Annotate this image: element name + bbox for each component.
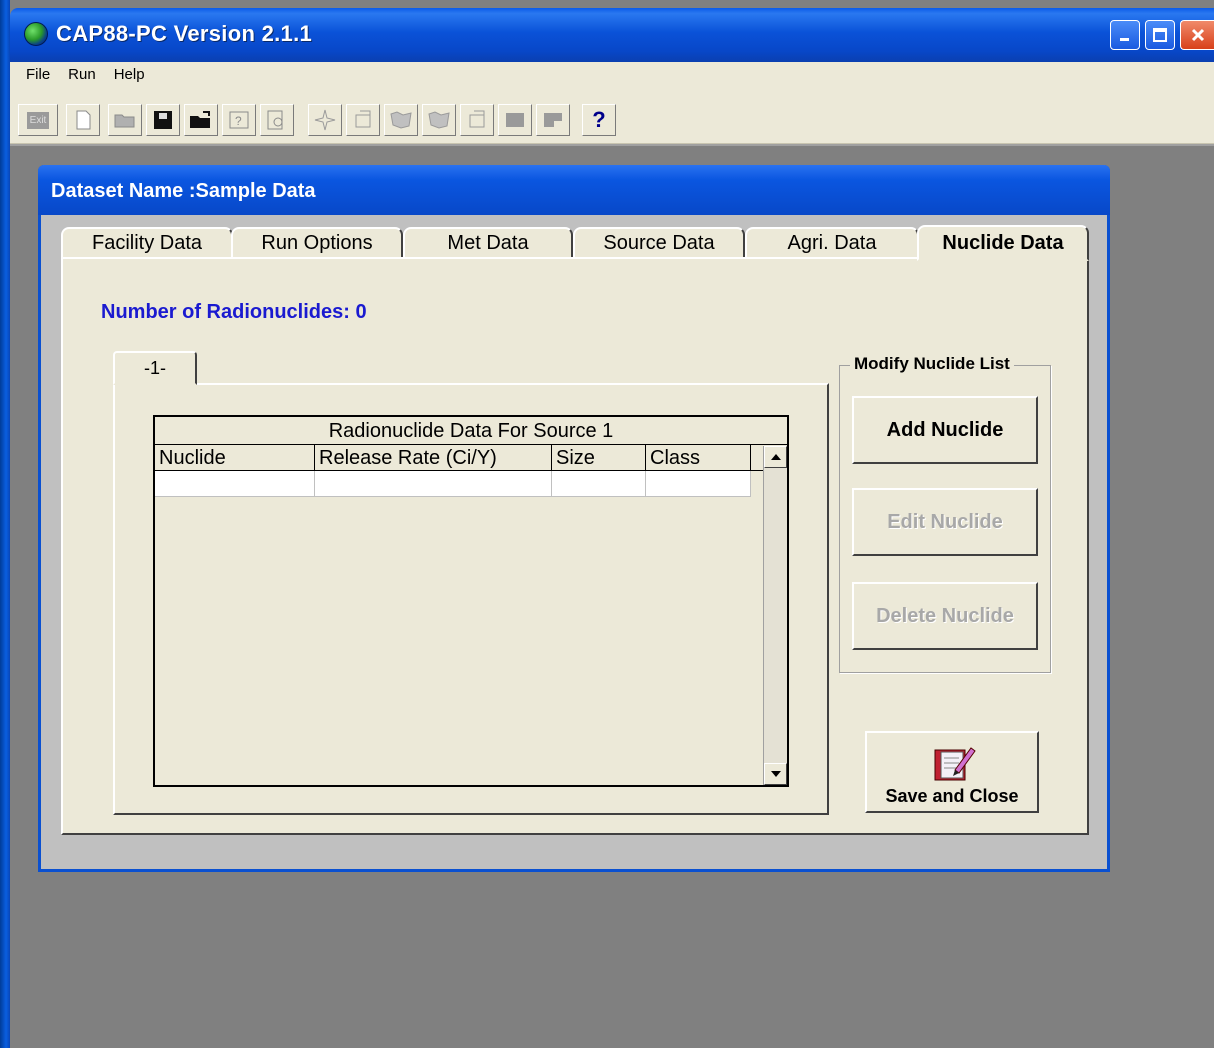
arrow-down-icon <box>770 771 781 777</box>
map-icon <box>390 111 412 129</box>
scroll-up-arrow[interactable] <box>764 446 787 468</box>
cell-nuclide[interactable] <box>155 471 315 496</box>
toolbar-divider <box>10 144 1214 146</box>
maximize-icon <box>1153 28 1167 42</box>
cell-class[interactable] <box>646 471 751 496</box>
map-icon-4 <box>544 113 562 127</box>
grid-header: Nuclide Release Rate (Ci/Y) Size Class <box>155 445 787 471</box>
column-size: Size <box>552 445 646 470</box>
radionuclide-grid[interactable]: Radionuclide Data For Source 1 Nuclide R… <box>153 415 789 787</box>
menu-help[interactable]: Help <box>114 66 145 83</box>
report-icon <box>355 110 371 128</box>
tab-nuclide-data[interactable]: Nuclide Data <box>917 225 1089 261</box>
minimize-button[interactable] <box>1110 20 1140 50</box>
dataset-dialog: Dataset Name :Sample Data Facility Data … <box>38 165 1110 872</box>
map-button-3[interactable] <box>498 104 532 136</box>
group-title: Modify Nuclide List <box>850 354 1014 374</box>
close-icon <box>1191 28 1204 42</box>
tab-agri-data[interactable]: Agri. Data <box>745 227 919 259</box>
menu-bar: File Run Help <box>10 62 1214 86</box>
tab-facility-data[interactable]: Facility Data <box>61 227 233 259</box>
app-title: CAP88-PC Version 2.1.1 <box>56 21 313 46</box>
column-class: Class <box>646 445 751 470</box>
delete-nuclide-button[interactable]: Delete Nuclide <box>852 582 1038 650</box>
burst-icon <box>314 109 336 131</box>
toolbar: Exit ? ? <box>10 86 1214 144</box>
help-book-icon: ? <box>229 111 249 129</box>
cell-size[interactable] <box>552 471 646 496</box>
maximize-button[interactable] <box>1145 20 1175 50</box>
report-button-2[interactable] <box>460 104 494 136</box>
help-button[interactable]: ? <box>582 104 616 136</box>
open-folder-button[interactable] <box>108 104 142 136</box>
source-panel: Radionuclide Data For Source 1 Nuclide R… <box>113 383 829 815</box>
table-row[interactable] <box>155 471 751 497</box>
run-button[interactable] <box>308 104 342 136</box>
map-button-1[interactable] <box>384 104 418 136</box>
add-nuclide-button[interactable]: Add Nuclide <box>852 396 1038 464</box>
magnifier-icon <box>267 110 283 130</box>
new-file-icon <box>76 110 91 130</box>
minimize-icon <box>1120 38 1129 41</box>
tab-run-options[interactable]: Run Options <box>231 227 403 259</box>
report-button-1[interactable] <box>346 104 380 136</box>
dialog-title: Dataset Name :Sample Data <box>51 180 316 202</box>
map-icon-2 <box>428 111 450 129</box>
report-icon-2 <box>469 110 485 128</box>
cell-release-rate[interactable] <box>315 471 552 496</box>
tab-met-data[interactable]: Met Data <box>403 227 573 259</box>
save-and-close-button[interactable]: Save and Close <box>865 731 1039 813</box>
column-release-rate: Release Rate (Ci/Y) <box>315 445 552 470</box>
radionuclide-count: Number of Radionuclides: 0 <box>101 301 367 323</box>
notebook-pen-icon <box>934 747 976 781</box>
svg-text:?: ? <box>235 114 242 128</box>
save-and-close-label: Save and Close <box>885 786 1019 806</box>
grid-caption: Radionuclide Data For Source 1 <box>155 417 787 445</box>
column-nuclide: Nuclide <box>155 445 315 470</box>
scroll-down-arrow[interactable] <box>764 763 787 785</box>
arrow-up-icon <box>770 454 781 460</box>
open-dataset-button[interactable] <box>184 104 218 136</box>
exit-button[interactable]: Exit <box>18 104 58 136</box>
app-titlebar[interactable]: CAP88-PC Version 2.1.1 <box>10 8 1214 62</box>
tab-source-data[interactable]: Source Data <box>573 227 745 259</box>
new-file-button[interactable] <box>66 104 100 136</box>
map-icon-3 <box>506 113 524 127</box>
exit-label: Exit <box>26 111 50 129</box>
folder-icon <box>114 114 135 128</box>
menu-run[interactable]: Run <box>68 66 96 83</box>
modify-nuclide-group: Modify Nuclide List Add Nuclide Edit Nuc… <box>839 354 1051 673</box>
map-button-2[interactable] <box>422 104 456 136</box>
close-button[interactable] <box>1180 20 1214 50</box>
help-topic-button[interactable]: ? <box>222 104 256 136</box>
dialog-titlebar[interactable]: Dataset Name :Sample Data <box>38 165 1110 215</box>
window-left-edge <box>0 0 10 1048</box>
source-tab-1[interactable]: -1- <box>113 351 197 385</box>
grid-scrollbar[interactable] <box>763 446 787 785</box>
nuclide-tab-panel: Number of Radionuclides: 0 -1- Radionucl… <box>61 257 1089 835</box>
print-preview-button[interactable] <box>260 104 294 136</box>
edit-nuclide-button[interactable]: Edit Nuclide <box>852 488 1038 556</box>
save-toolbar-button[interactable] <box>146 104 180 136</box>
menu-file[interactable]: File <box>26 66 50 83</box>
save-disk-icon <box>154 111 172 129</box>
map-button-4[interactable] <box>536 104 570 136</box>
globe-icon <box>24 22 48 46</box>
open-folder-icon <box>190 111 210 128</box>
